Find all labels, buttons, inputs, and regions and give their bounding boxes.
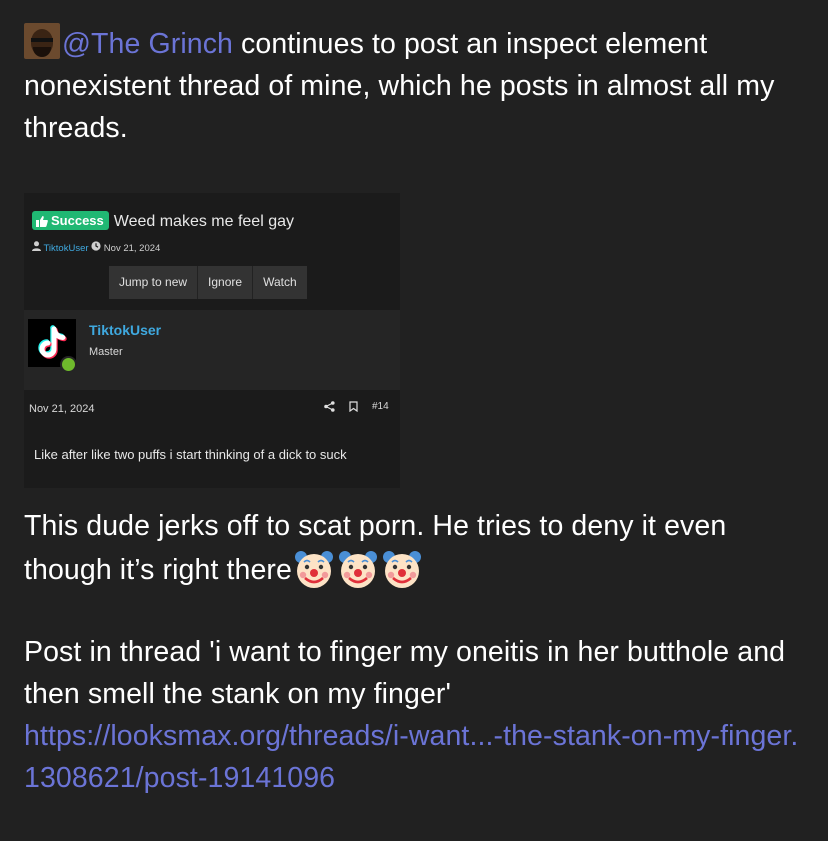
thread-button-bar: Jump to new Ignore Watch: [109, 266, 307, 299]
thread-link[interactable]: https://looksmax.org/threads/i-want...-t…: [24, 720, 798, 794]
thread-title: Weed makes me feel gay: [113, 213, 294, 230]
poster-card: TiktokUser Master: [24, 310, 400, 390]
clown-face-icon: [336, 547, 380, 603]
post-intro: @The Grinch continues to post an inspect…: [24, 23, 804, 149]
post-number[interactable]: #14: [372, 401, 389, 412]
thread-quote-line: Post in thread 'i want to finger my onei…: [24, 636, 786, 710]
clown-emojis: [292, 551, 424, 588]
thread-date: Nov 21, 2024: [103, 243, 161, 254]
post-paragraph-2: This dude jerks off to scat porn. He tri…: [24, 505, 804, 603]
thumbs-up-icon: [36, 216, 48, 227]
poster-rank: Master: [89, 346, 123, 358]
post-paragraph-3: Post in thread 'i want to finger my onei…: [24, 631, 804, 799]
share-icon[interactable]: [324, 401, 335, 412]
online-status-icon: [60, 356, 77, 373]
success-badge: Success: [32, 211, 109, 230]
post-body: Like after like two puffs i start thinki…: [34, 447, 347, 462]
thread-title-row: Success Weed makes me feel gay: [32, 211, 294, 231]
ignore-button[interactable]: Ignore: [198, 266, 254, 299]
bookmark-icon[interactable]: [349, 401, 358, 412]
user-mention-link[interactable]: @The Grinch: [62, 28, 233, 60]
clock-icon: [91, 241, 101, 251]
grinch-avatar-icon[interactable]: [24, 23, 60, 59]
clown-face-icon: [292, 547, 336, 603]
thread-meta: TiktokUser Nov 21, 2024: [32, 241, 160, 254]
thread-author[interactable]: TiktokUser: [43, 243, 88, 254]
post-actions: #14: [324, 401, 389, 412]
post-date: Nov 21, 2024: [29, 403, 95, 415]
jump-to-new-button[interactable]: Jump to new: [109, 266, 199, 299]
clown-face-icon: [380, 547, 424, 603]
poster-name[interactable]: TiktokUser: [89, 322, 161, 338]
embedded-screenshot: Success Weed makes me feel gay TiktokUser…: [24, 193, 400, 488]
watch-button[interactable]: Watch: [253, 266, 307, 299]
user-icon: [32, 241, 41, 251]
